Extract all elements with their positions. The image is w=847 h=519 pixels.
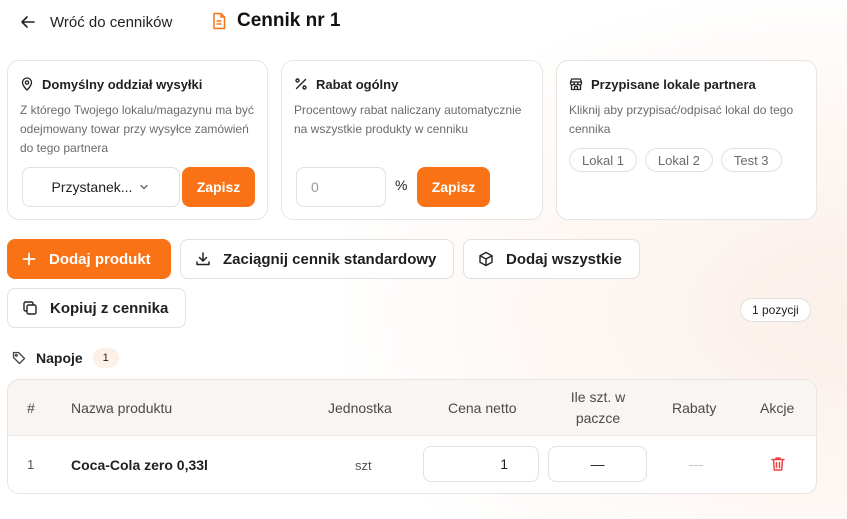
tag-icon [12,351,26,365]
default-branch-description: Z którego Twojego lokalu/magazynu ma być… [20,103,254,155]
branch-select[interactable]: Przystanek... [22,167,180,207]
title-group: Cennik nr 1 [211,10,340,32]
location-chip-test-3[interactable]: Test 3 [720,148,782,172]
chevron-down-icon [140,184,149,190]
price-input[interactable] [423,446,539,482]
default-branch-header: Domyślny oddział wysyłki [20,75,255,93]
save-discount-button[interactable]: Zapisz [417,167,490,207]
store-icon [569,78,583,91]
row-product-name: Coca-Cola zero 0,33l [71,457,208,473]
add-product-button[interactable]: Dodaj produkt [7,239,171,279]
page-header: Wróć do cenników Cennik nr 1 [0,0,847,46]
branch-select-value: Przystanek... [51,179,133,195]
back-link-label: Wróć do cenników [50,13,173,31]
general-discount-title: Rabat ogólny [316,76,399,92]
general-discount-card: Rabat ogólny Procentowy rabat naliczany … [281,60,543,220]
general-discount-description: Procentowy rabat naliczany automatycznie… [294,103,522,136]
default-branch-title: Domyślny oddział wysyłki [42,76,203,92]
percent-icon [295,78,307,90]
category-count-badge: 1 [92,348,119,368]
pack-quantity-input[interactable] [548,446,647,482]
partner-locations-card: Przypisane lokale partnera Kliknij aby p… [556,60,817,220]
page-title: Cennik nr 1 [237,10,341,31]
add-all-label: Dodaj wszystkie [506,250,622,268]
pull-standard-label: Zaciągnij cennik standardowy [223,250,437,268]
map-pin-icon [21,77,33,91]
add-all-button[interactable]: Dodaj wszystkie [463,239,640,279]
products-table: # Nazwa produktu Jednostka Cena netto Il… [7,379,817,494]
header-net-price: Cena netto [448,400,517,416]
location-chip-lokal-2[interactable]: Lokal 2 [644,148,713,172]
pull-standard-pricelist-button[interactable]: Zaciągnij cennik standardowy [180,239,454,279]
discount-input[interactable] [296,167,386,207]
header-per-pack-line2: paczce [575,410,621,426]
partner-locations-header: Przypisane lokale partnera [569,75,804,93]
header-per-pack: Ile szt. w paczce [538,387,658,429]
positions-count-badge: 1 pozycji [740,298,811,322]
copy-icon [23,301,37,315]
default-branch-card: Domyślny oddział wysyłki Z którego Twoje… [7,60,268,220]
header-actions: Akcje [760,400,795,416]
row-unit: szt [355,458,372,473]
row-discounts: — [689,456,703,472]
general-discount-header: Rabat ogólny [294,75,530,93]
category-name: Napoje [36,350,83,366]
package-icon [479,251,493,267]
header-product-name: Nazwa produktu [71,400,173,416]
category-group-label: Napoje 1 [12,348,119,368]
back-to-pricelists-link[interactable]: Wróć do cenników [20,11,172,33]
trash-icon[interactable] [769,455,787,473]
header-per-pack-line1: Ile szt. w [570,389,626,405]
save-branch-button[interactable]: Zapisz [182,167,255,207]
row-number: 1 [27,457,35,472]
table-header: # Nazwa produktu Jednostka Cena netto Il… [8,380,816,436]
download-icon [196,252,210,266]
location-chips: Lokal 1 Lokal 2 Test 3 [569,148,782,172]
copy-from-label: Kopiuj z cennika [50,299,169,317]
arrow-left-icon [21,16,35,28]
location-chip-lokal-1[interactable]: Lokal 1 [569,148,637,172]
percent-unit: % [395,177,408,193]
partner-locations-title: Przypisane lokale partnera [591,76,756,92]
header-discounts: Rabaty [672,400,717,416]
plus-icon [22,252,36,266]
header-number: # [27,400,35,416]
header-unit: Jednostka [328,400,392,416]
add-product-label: Dodaj produkt [49,250,151,268]
copy-from-pricelist-button[interactable]: Kopiuj z cennika [7,288,186,328]
partner-locations-description: Kliknij aby przypisać/odpisać lokal do t… [569,103,794,136]
document-icon [213,12,226,30]
